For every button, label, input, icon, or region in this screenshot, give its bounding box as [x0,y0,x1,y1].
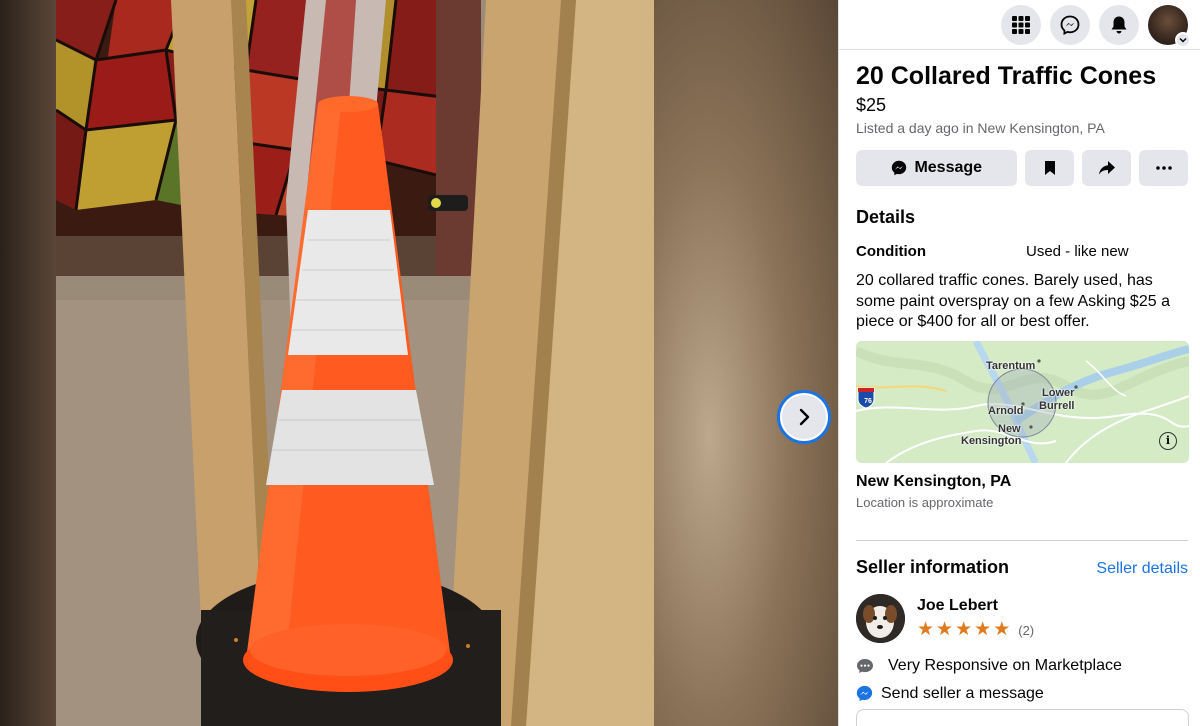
star-icon: ★ [917,619,935,640]
location-note: Location is approximate [856,494,994,510]
send-message-row: Send seller a message [856,685,1188,703]
account-menu-chevron[interactable] [1175,31,1191,48]
chevron-right-icon [799,408,810,426]
seller-info-heading: Seller information [856,556,1010,577]
location-map[interactable]: 76 Tarentum Lower Burrell Arnold New Ken… [856,340,1189,463]
messenger-icon [892,160,907,176]
listing-details-panel: 20 Collared Traffic Cones $25 Listed a d… [838,0,1200,726]
listing-photo [56,0,654,726]
seller-details-link[interactable]: Seller details [1096,560,1188,578]
condition-value: Used - like new [1026,243,1129,260]
save-button[interactable] [1025,150,1075,186]
map-label-tarentum: Tarentum [986,359,1036,372]
dog-photo [856,593,905,643]
seller-info-header: Seller information Seller details [856,557,1188,578]
location-name: New Kensington, PA [856,472,1012,490]
listing-description: 20 collared traffic cones. Barely used, … [856,272,1170,330]
rating-count: (2) [1018,622,1035,638]
menu-grid-icon [1012,15,1030,34]
chat-bubble-icon [857,658,873,673]
map-info-icon[interactable]: i [1159,431,1177,450]
listing-title: 20 Collared Traffic Cones [856,62,1157,90]
more-icon [1155,166,1172,170]
share-icon [1098,161,1115,175]
seller-name[interactable]: Joe Lebert [917,597,1034,615]
messenger-icon [856,685,873,702]
listing-actions: Message [856,150,1188,186]
star-icon: ★ [955,619,973,640]
photo-blur-backdrop-right [654,0,838,726]
top-navigation-bar [839,0,1200,50]
map-label-burrell: Burrell [1039,399,1075,412]
message-button[interactable]: Message [856,150,1018,186]
menu-grid-button[interactable] [1001,4,1041,45]
photo-viewer [0,0,838,726]
listing-price: $25 [856,95,887,115]
message-button-label: Message [914,159,983,176]
map-label-new: New [998,422,1021,435]
seller-avatar[interactable] [856,593,905,643]
map-label-lower: Lower [1042,386,1075,399]
condition-row: Condition Used - like new [856,243,1188,260]
seller-rating[interactable]: ★ ★ ★ ★ ★ (2) [917,619,1035,640]
star-icon: ★ [974,619,992,640]
more-options-button[interactable] [1139,150,1188,186]
notifications-button[interactable] [1099,4,1139,45]
highway-shield-number: 76 [864,397,872,405]
traffic-cone-photo [56,0,654,726]
messenger-icon [1060,15,1080,35]
details-heading: Details [856,207,916,227]
send-message-label: Send seller a message [881,684,1044,702]
map-label-arnold: Arnold [988,404,1024,417]
section-divider [856,539,1188,541]
bookmark-icon [1044,161,1055,175]
chevron-down-icon [1179,37,1187,43]
map-label-kensington: Kensington [961,434,1022,447]
notifications-bell-icon [1111,16,1127,33]
seller-message-input[interactable] [856,708,1189,726]
messenger-button[interactable] [1050,4,1090,45]
listing-time-location: Listed a day ago in New Kensington, PA [856,120,1105,136]
profile-avatar[interactable] [1148,4,1191,48]
star-icon: ★ [936,619,954,640]
share-button[interactable] [1082,150,1132,186]
star-icon: ★ [993,619,1011,640]
responsiveness-row: Very Responsive on Marketplace [856,657,1188,675]
next-photo-button[interactable] [777,390,831,444]
seller-card: Joe Lebert ★ ★ ★ ★ ★ (2) [856,593,1188,643]
condition-label: Condition [856,243,926,260]
photo-blur-backdrop-left [0,0,56,726]
responsiveness-text: Very Responsive on Marketplace [888,656,1122,674]
